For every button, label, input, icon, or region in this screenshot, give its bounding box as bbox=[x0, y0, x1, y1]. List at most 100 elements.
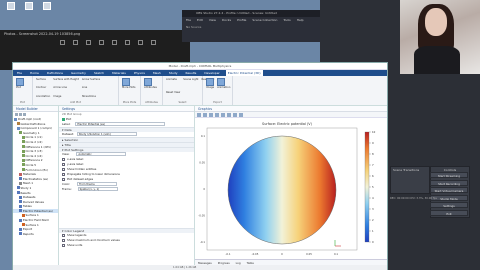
ribbon-button[interactable]: Contour bbox=[36, 86, 50, 94]
title-section-label: Title bbox=[64, 143, 71, 147]
zoom-extents-icon[interactable] bbox=[209, 113, 213, 117]
bottom-tab[interactable]: Progress bbox=[218, 260, 230, 265]
checkbox[interactable] bbox=[62, 243, 65, 247]
checkbox[interactable] bbox=[62, 172, 65, 176]
checkbox[interactable] bbox=[62, 157, 65, 161]
tree-node-icon bbox=[14, 117, 17, 121]
tree-node-label: Datasets bbox=[23, 195, 36, 200]
frame-caption: Frame: bbox=[62, 187, 72, 191]
x-tick-label: -0.1 bbox=[225, 252, 230, 256]
ribbon-button[interactable]: Arrow Line bbox=[53, 86, 79, 94]
checkbox[interactable] bbox=[62, 162, 65, 166]
bottom-tab[interactable]: Table bbox=[247, 260, 254, 265]
checkbox-label: x-axis label: bbox=[67, 157, 84, 161]
axis-icon[interactable] bbox=[227, 113, 231, 117]
select-icon[interactable] bbox=[215, 113, 219, 117]
comsol-title: Model - Draft.mph - COMSOL Multiphysics bbox=[13, 63, 387, 70]
ribbon-group-label: More Plots bbox=[122, 101, 137, 104]
folder-icon bbox=[7, 2, 15, 10]
checkbox-label: Show units bbox=[67, 243, 83, 247]
settings-pane: Settings 2D Plot Group Plot Label: Elect… bbox=[59, 106, 195, 265]
obs-menu-item[interactable]: View bbox=[209, 17, 216, 23]
label-field[interactable]: Electric Potential (es) bbox=[75, 122, 166, 126]
forward-icon[interactable] bbox=[19, 112, 22, 116]
checkbox-label: Propagate hiding to lower dimensions bbox=[67, 172, 120, 176]
tree-node-icon bbox=[16, 122, 20, 126]
ribbon-button[interactable]: Scene Light bbox=[183, 78, 198, 91]
ribbon-button-label: Image bbox=[206, 86, 215, 89]
tree-node-label: Circle 1 (c1) bbox=[25, 135, 43, 140]
obs-menu-item[interactable]: File bbox=[186, 17, 191, 23]
surface-plot[interactable]: Surface: Electric potential (V) -0.1 -0.0… bbox=[195, 118, 387, 258]
print-icon[interactable] bbox=[239, 113, 243, 117]
tree-node[interactable]: Reports bbox=[13, 232, 58, 237]
obs-control-button[interactable]: Start Streaming bbox=[430, 172, 468, 178]
bottom-tab[interactable]: Messages bbox=[198, 260, 212, 265]
obs-status: REC: 00:00:00 CPU: 3.3%, 30.00 fps bbox=[390, 197, 437, 200]
desktop-icon-3[interactable] bbox=[40, 2, 54, 11]
obs-menu-item[interactable]: Help bbox=[297, 17, 304, 23]
edit-icon[interactable] bbox=[125, 39, 130, 45]
tree-node-label: Circle 2 (c2) bbox=[25, 139, 43, 144]
graphics-pane: Graphics Surface: Electric potential (V)… bbox=[195, 106, 387, 265]
x-tick-label: 0.05 bbox=[306, 252, 312, 256]
ribbon-group: Plot Plot bbox=[13, 76, 33, 105]
desktop-icon-2[interactable] bbox=[22, 2, 36, 11]
back-icon[interactable] bbox=[15, 112, 18, 116]
x-tick-label: 0.1 bbox=[334, 252, 338, 256]
ribbon-button[interactable]: Animate bbox=[166, 78, 180, 91]
checkbox[interactable] bbox=[62, 238, 65, 242]
zoom-out-icon[interactable] bbox=[203, 113, 207, 117]
checkbox-row[interactable]: Show units bbox=[59, 243, 194, 248]
frame-select[interactable]: Spatial (x, y, z) bbox=[77, 187, 118, 191]
checkbox[interactable] bbox=[62, 233, 65, 237]
ribbon-button[interactable]: Image bbox=[206, 78, 214, 103]
view-select[interactable]: Automatic bbox=[76, 152, 127, 156]
zoom-icon[interactable] bbox=[60, 39, 65, 45]
tree-node-icon bbox=[21, 163, 25, 167]
obs-menu-item[interactable]: Scene Collection bbox=[252, 17, 277, 23]
desktop-icon-1[interactable] bbox=[4, 2, 18, 11]
share-icon[interactable] bbox=[138, 39, 143, 45]
tree-node-label: Circle 5 bbox=[25, 162, 37, 167]
tree-node-icon bbox=[21, 135, 25, 139]
tree-node-icon bbox=[19, 204, 22, 208]
bottom-tab[interactable]: Log bbox=[236, 260, 241, 265]
grid-icon[interactable] bbox=[221, 113, 225, 117]
obs-menu-item[interactable]: Docks bbox=[222, 17, 231, 23]
obs-menu-item[interactable]: Edit bbox=[197, 17, 203, 23]
obs-control-button[interactable]: Exit bbox=[430, 209, 468, 216]
tree-node-icon bbox=[21, 158, 25, 162]
delete-icon[interactable] bbox=[73, 39, 78, 45]
checkbox[interactable] bbox=[62, 177, 65, 181]
favorite-icon[interactable] bbox=[86, 39, 91, 45]
ribbon-button[interactable]: Plot bbox=[16, 78, 24, 103]
obs-menu-item[interactable]: Profile bbox=[237, 17, 246, 23]
print-icon[interactable] bbox=[151, 39, 156, 45]
zoom-in-icon[interactable] bbox=[197, 113, 201, 117]
tree-node-icon bbox=[16, 126, 20, 130]
obs-control-button[interactable]: Start Recording bbox=[430, 179, 468, 186]
plot-button[interactable]: Plot bbox=[66, 117, 71, 121]
camera-icon[interactable] bbox=[233, 113, 237, 117]
tree-node-icon bbox=[19, 131, 22, 135]
tree-node-icon bbox=[16, 186, 20, 190]
x-tick-label: -0.05 bbox=[252, 252, 259, 256]
obs-control-button[interactable]: Settings bbox=[430, 202, 468, 208]
ribbon-button[interactable]: Animation bbox=[217, 78, 230, 103]
checkbox[interactable] bbox=[62, 167, 65, 171]
ribbon-button[interactable]: Attributes bbox=[144, 78, 157, 103]
obs-control-button[interactable]: Start Virtual Camera bbox=[430, 187, 468, 193]
dataset-select[interactable]: Study 1/Solution 1 (sol1) bbox=[76, 132, 137, 136]
rotate-icon[interactable] bbox=[99, 39, 104, 45]
show-icon[interactable] bbox=[23, 112, 26, 116]
crop-icon[interactable] bbox=[112, 39, 117, 45]
color-select[interactable]: From theme bbox=[77, 182, 118, 186]
view-caption: View: bbox=[62, 152, 70, 156]
ribbon-button[interactable]: Line bbox=[82, 86, 100, 94]
ribbon-button[interactable]: More Plots bbox=[122, 78, 136, 103]
obs-menu-item[interactable]: Tools bbox=[283, 17, 290, 23]
tree-node-label: Draft.mph (root) bbox=[18, 117, 41, 121]
plot-title: Surface: Electric potential (V) bbox=[262, 122, 313, 126]
tree-node-label: Materials bbox=[23, 172, 36, 177]
